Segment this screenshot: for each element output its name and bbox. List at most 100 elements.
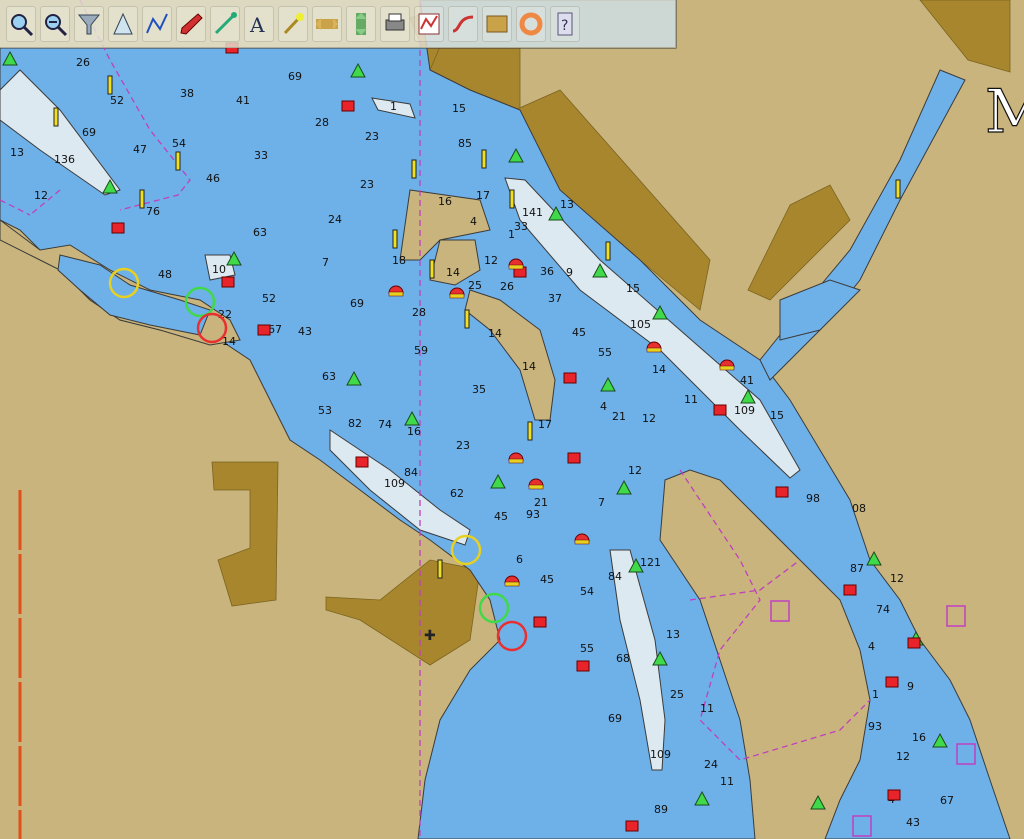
beacon-icon[interactable] <box>392 229 398 249</box>
pan-vertical-icon <box>355 12 367 35</box>
beacon-icon[interactable] <box>895 179 901 199</box>
pan-v-button[interactable] <box>346 5 376 42</box>
beacon-icon[interactable] <box>437 559 443 579</box>
depth-sounding: 6 <box>516 553 523 566</box>
depth-sounding: 24 <box>328 213 342 226</box>
beacon-icon[interactable] <box>605 241 611 261</box>
zoom-out-icon <box>45 13 68 36</box>
chart-button[interactable] <box>414 5 444 42</box>
help-button[interactable]: ? <box>550 5 580 42</box>
print-button[interactable] <box>380 5 410 42</box>
red-buoy-icon[interactable] <box>713 404 727 416</box>
light-buoy-band[interactable] <box>528 484 544 490</box>
light-buoy-band[interactable] <box>504 581 520 587</box>
depth-sounding: 84 <box>608 570 622 583</box>
measure-button[interactable] <box>210 5 240 42</box>
pan-h-button[interactable] <box>312 5 342 42</box>
beacon-icon[interactable] <box>53 107 59 127</box>
beacon-icon[interactable] <box>464 309 470 329</box>
depth-sounding: 1 <box>872 688 879 701</box>
red-buoy-icon[interactable] <box>887 789 901 801</box>
red-buoy-icon[interactable] <box>625 820 639 832</box>
depth-sounding: 14 <box>446 266 460 279</box>
depth-sounding: 26 <box>76 56 90 69</box>
depth-sounding: 67 <box>940 794 954 807</box>
red-buoy-icon[interactable] <box>221 276 235 288</box>
depth-sounding: 98 <box>806 492 820 505</box>
depth-sounding: 7 <box>322 256 329 269</box>
beacon-icon[interactable] <box>107 75 113 95</box>
red-buoy-icon[interactable] <box>341 100 355 112</box>
red-buoy-icon[interactable] <box>111 222 125 234</box>
depth-sounding: 28 <box>315 116 329 129</box>
mark-button[interactable] <box>278 5 308 42</box>
beacon-icon[interactable] <box>481 149 487 169</box>
depth-sounding: 22 <box>218 308 232 321</box>
depth-sounding: 11 <box>684 393 698 406</box>
depth-sounding: 12 <box>896 750 910 763</box>
depth-sounding: 12 <box>484 254 498 267</box>
depth-sounding: 93 <box>526 508 540 521</box>
depth-sounding: 15 <box>770 409 784 422</box>
depth-sounding: 24 <box>704 758 718 771</box>
light-buoy-band[interactable] <box>449 293 465 299</box>
depth-sounding: 14 <box>488 327 502 340</box>
mark-icon <box>283 12 304 34</box>
nautical-chart[interactable]: M 26384169526947 541361312463328231762463… <box>0 0 1024 839</box>
depth-sounding: 109 <box>734 404 755 417</box>
depth-sounding: 17 <box>476 189 490 202</box>
beacon-icon[interactable] <box>175 151 181 171</box>
depth-sounding: 23 <box>365 130 379 143</box>
depth-sounding: 109 <box>650 748 671 761</box>
light-buoy-band[interactable] <box>388 291 404 297</box>
beacon-icon[interactable] <box>429 259 435 279</box>
depth-sounding: 62 <box>450 487 464 500</box>
track-button[interactable] <box>448 5 478 42</box>
depth-sounding: 54 <box>580 585 594 598</box>
red-buoy-icon[interactable] <box>907 637 921 649</box>
light-buoy-band[interactable] <box>574 539 590 545</box>
beacon-icon[interactable] <box>139 189 145 209</box>
layers-button[interactable] <box>482 5 512 42</box>
depth-sounding: 69 <box>82 126 96 139</box>
red-buoy-icon[interactable] <box>775 486 789 498</box>
depth-sounding: 12 <box>628 464 642 477</box>
red-buoy-icon[interactable] <box>257 324 271 336</box>
light-buoy-band[interactable] <box>719 365 735 371</box>
depth-sounding: 48 <box>158 268 172 281</box>
ship-button[interactable] <box>176 5 206 42</box>
red-buoy-icon[interactable] <box>533 616 547 628</box>
depth-sounding: 43 <box>298 325 312 338</box>
depth-sounding: 15 <box>626 282 640 295</box>
beacon-icon[interactable] <box>509 189 515 209</box>
filter-icon <box>77 14 101 34</box>
depth-sounding: 46 <box>206 172 220 185</box>
select-button[interactable] <box>108 5 138 42</box>
red-buoy-icon[interactable] <box>843 584 857 596</box>
light-buoy-band[interactable] <box>508 458 524 464</box>
depth-sounding: 11 <box>720 775 734 788</box>
depth-sounding: 10 <box>212 263 226 276</box>
zoom-out-button[interactable] <box>40 5 70 42</box>
red-buoy-icon[interactable] <box>563 372 577 384</box>
depth-sounding: 33 <box>514 220 528 233</box>
beacon-icon[interactable] <box>411 159 417 179</box>
red-buoy-icon[interactable] <box>576 660 590 672</box>
route-button[interactable] <box>142 5 172 42</box>
light-buoy-band[interactable] <box>508 264 524 270</box>
red-buoy-icon[interactable] <box>885 676 899 688</box>
depth-sounding: 69 <box>608 712 622 725</box>
depth-sounding: 59 <box>414 344 428 357</box>
filter-button[interactable] <box>74 5 104 42</box>
beacon-icon[interactable] <box>527 421 533 441</box>
depth-sounding: 16 <box>912 731 926 744</box>
depth-sounding: 55 <box>580 642 594 655</box>
light-buoy-band[interactable] <box>646 347 662 353</box>
zoom-in-button[interactable] <box>6 5 36 42</box>
depth-sounding: 63 <box>253 226 267 239</box>
church-icon[interactable]: ✚ <box>424 628 436 644</box>
red-buoy-icon[interactable] <box>567 452 581 464</box>
red-buoy-icon[interactable] <box>355 456 369 468</box>
text-button[interactable]: A <box>244 5 274 42</box>
lifebuoy-button[interactable] <box>516 5 546 42</box>
